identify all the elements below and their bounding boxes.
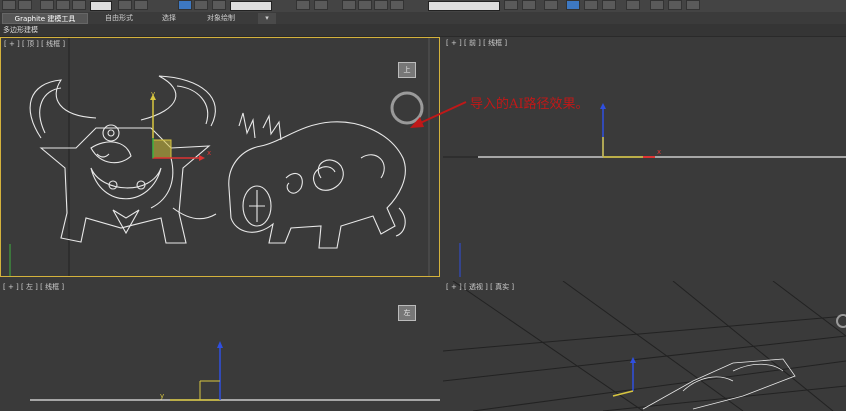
annotation-text: 导入的AI路径效果。 bbox=[470, 97, 589, 112]
arrow-head-icon bbox=[410, 117, 424, 128]
annotation-overlay bbox=[410, 101, 467, 128]
annotation-arrow bbox=[417, 101, 467, 125]
